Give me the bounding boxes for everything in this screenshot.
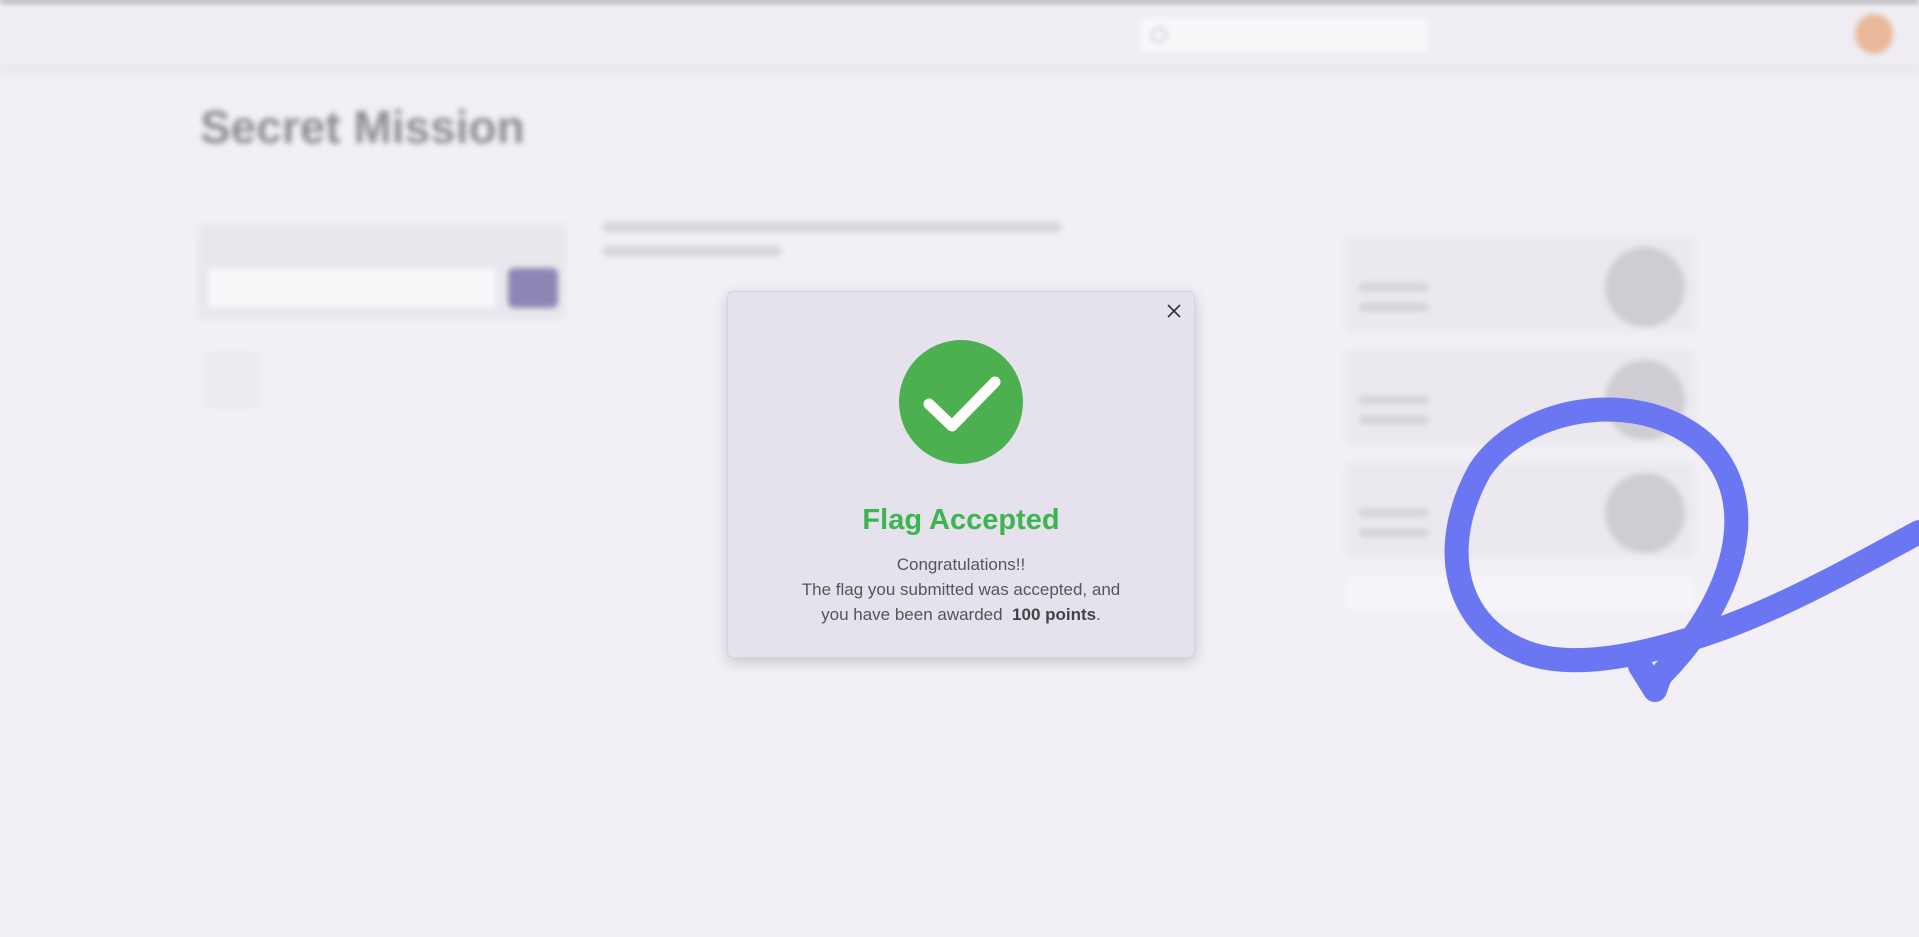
leaderboard-row — [1345, 237, 1695, 332]
accepted-text: The flag you submitted was accepted, and — [801, 580, 1121, 599]
trophy-icon — [1605, 473, 1685, 553]
submit-flag-card — [198, 224, 566, 320]
top-navbar — [0, 0, 1919, 66]
flag-input — [208, 268, 496, 308]
congrats-text: Congratulations!! — [896, 555, 1026, 574]
awarded-text: you have been awarded — [821, 605, 1003, 624]
leaderboard — [1345, 237, 1695, 610]
nav-item — [472, 26, 495, 42]
nav-item — [297, 26, 336, 42]
file-icon — [205, 352, 261, 408]
nav-item — [381, 26, 428, 42]
attachment-item — [205, 352, 261, 408]
leaderboard-footer — [1345, 576, 1695, 610]
search-input — [1138, 16, 1430, 54]
avatar — [1855, 14, 1893, 54]
trophy-icon — [1605, 247, 1685, 327]
check-circle-icon — [899, 340, 1023, 464]
dialog-title: Flag Accepted — [862, 504, 1060, 536]
flag-accepted-dialog: Flag Accepted Congratulations!! The flag… — [727, 291, 1195, 658]
nav-item — [541, 26, 560, 42]
dialog-message: Congratulations!! The flag you submitted… — [768, 552, 1154, 627]
search-icon — [1151, 27, 1167, 43]
challenge-description — [602, 222, 1072, 270]
submit-flag-button — [508, 268, 558, 308]
main-nav — [205, 26, 560, 42]
trophy-icon — [1605, 360, 1685, 440]
leaderboard-row — [1345, 463, 1695, 558]
page-title: Secret Mission — [200, 101, 525, 153]
text-line — [602, 246, 782, 256]
points-value: 100 points — [1012, 605, 1097, 624]
period: . — [1096, 605, 1101, 624]
nav-item — [205, 26, 252, 42]
awarded-line: you have been awarded 100 points. — [768, 602, 1154, 627]
text-line — [602, 222, 1062, 232]
leaderboard-row — [1345, 350, 1695, 445]
close-icon[interactable] — [1162, 299, 1186, 323]
